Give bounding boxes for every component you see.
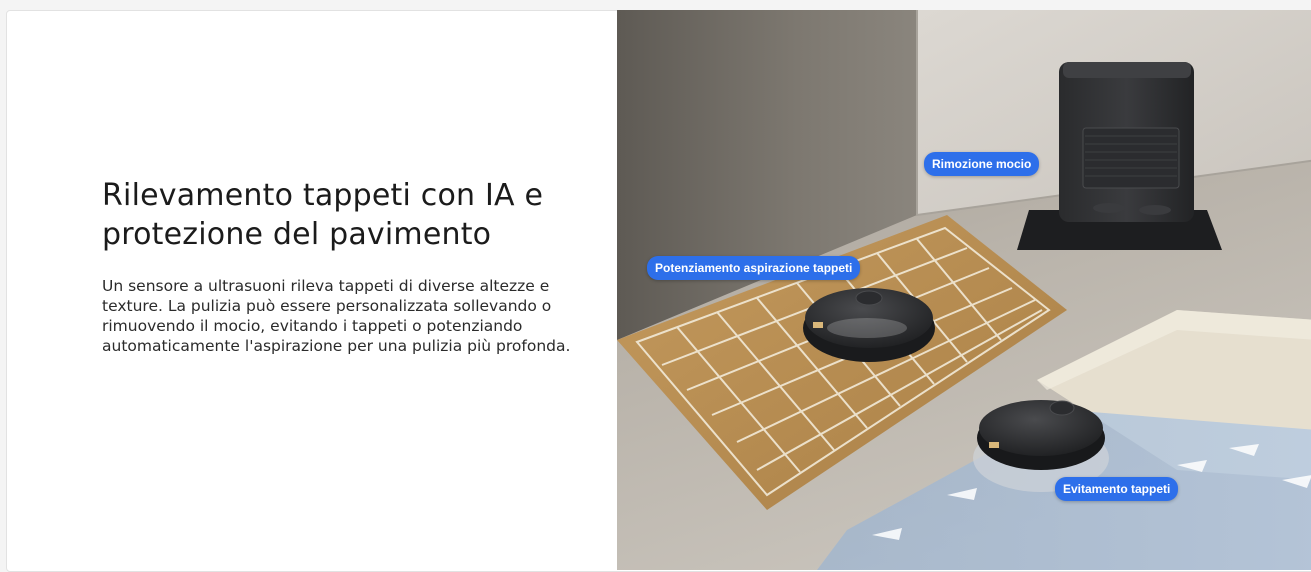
robot-vacuum-rug xyxy=(803,288,935,362)
robot-vacuum-scene-illustration xyxy=(617,10,1311,570)
feature-title: Rilevamento tappeti con IA e protezione … xyxy=(102,178,544,252)
feature-description: Un sensore a ultrasuoni rileva tappeti d… xyxy=(102,277,571,355)
tag-carpet-suction-boost: Potenziamento aspirazione tappeti xyxy=(647,256,861,280)
tag-carpet-avoidance: Evitamento tappeti xyxy=(1055,477,1179,501)
feature-text: Rilevamento tappeti con IA e protezione … xyxy=(102,176,572,356)
feature-image: Rimozione mocio Potenziamento aspirazion… xyxy=(617,10,1311,570)
tag-mop-removal: Rimozione mocio xyxy=(924,152,1040,176)
